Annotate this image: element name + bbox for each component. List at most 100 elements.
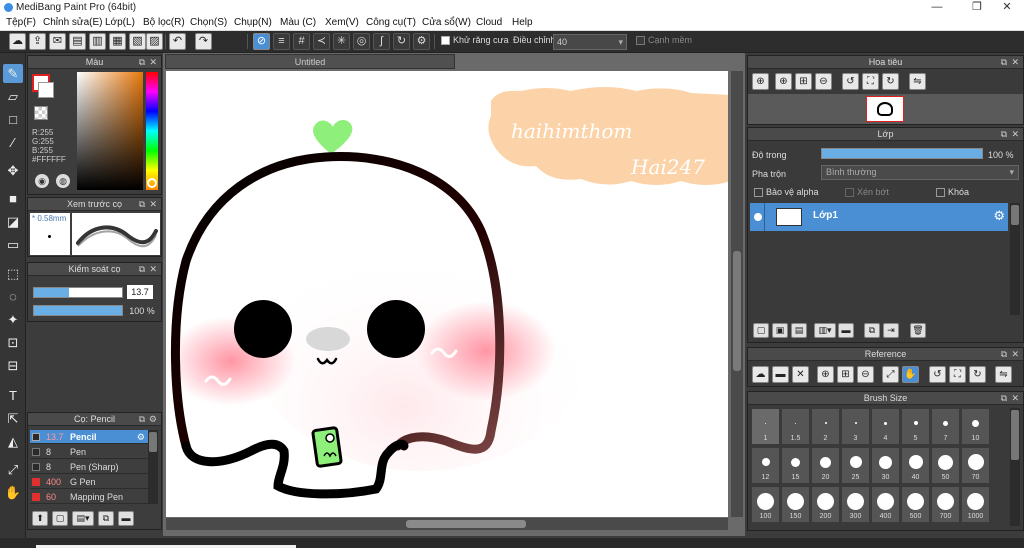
brush-folder-icon[interactable]: ▬ <box>118 511 134 526</box>
select-pen-tool-icon[interactable]: ⊡ <box>3 333 23 352</box>
new-1bit-layer-icon[interactable]: ▤ <box>791 323 807 338</box>
grid-doc-icon[interactable]: ▦ <box>109 33 126 50</box>
background-color-swatch[interactable] <box>38 82 54 98</box>
reference-hand-icon[interactable]: ✋ <box>902 366 919 383</box>
canvas-horizontal-scrollbar[interactable] <box>166 518 728 530</box>
lock-checkbox[interactable]: Khóa <box>936 187 969 198</box>
undock-icon[interactable]: ⧉ <box>1001 392 1007 405</box>
reference-zoom-in-icon[interactable]: ⊕ <box>817 366 834 383</box>
brush-size-cell[interactable]: 100 <box>751 486 780 523</box>
snap-off-icon[interactable]: ⊘ <box>253 33 270 50</box>
brush-size-slider[interactable] <box>33 287 123 298</box>
brush-item-pencil[interactable]: 13.7 Pencil ⚙ <box>30 430 148 444</box>
scroll-thumb[interactable] <box>149 432 157 452</box>
brush-tool-icon[interactable]: ✎ <box>3 64 23 83</box>
operation-tool-icon[interactable]: ⇱ <box>3 409 23 428</box>
menu-capture[interactable]: Chụp(N) <box>234 15 272 31</box>
menu-edit[interactable]: Chỉnh sửa(E) <box>43 15 103 31</box>
brush-size-cell[interactable]: 200 <box>811 486 840 523</box>
settings-snap-icon[interactable]: ⚙ <box>413 33 430 50</box>
scroll-thumb[interactable] <box>1011 410 1019 460</box>
hand-tool-icon[interactable]: ✋ <box>3 483 23 502</box>
saturation-value-picker[interactable] <box>77 72 143 190</box>
canvas-vertical-scrollbar[interactable] <box>731 71 743 517</box>
minimize-button[interactable]: — <box>920 0 954 15</box>
new-layer-icon[interactable]: ▢ <box>753 323 769 338</box>
menu-tools[interactable]: Công cụ(T) <box>366 15 416 31</box>
undock-icon[interactable]: ⧉ <box>139 56 145 69</box>
duplicate-layer-icon[interactable]: ⧉ <box>864 323 880 338</box>
panel-close-icon[interactable]: ✕ <box>149 56 157 69</box>
brush-size-cell[interactable]: 25 <box>841 447 870 484</box>
menu-file[interactable]: Tệp(F) <box>6 15 36 31</box>
brush-opacity-slider[interactable] <box>33 305 123 316</box>
zoom-out-icon[interactable]: ⊖ <box>815 73 832 90</box>
layer-menu-icon[interactable]: ▥▾ <box>814 323 836 338</box>
brush-size-cell[interactable]: 20 <box>811 447 840 484</box>
antialias-checkbox[interactable]: Khử răng cưa <box>441 35 509 46</box>
layer-folder-icon[interactable]: ▬ <box>838 323 854 338</box>
menu-filter[interactable]: Bộ lọc(R) <box>143 15 185 31</box>
rotate-snap-icon[interactable]: ↻ <box>393 33 410 50</box>
fit-screen-icon[interactable]: ⛶ <box>862 73 879 90</box>
undock-icon[interactable]: ⧉ <box>139 198 145 211</box>
reference-flip-icon[interactable]: ⇋ <box>995 366 1012 383</box>
reference-fit-screen-icon[interactable]: ⛶ <box>949 366 966 383</box>
reference-cloud-icon[interactable]: ☁ <box>752 366 769 383</box>
undock-icon[interactable]: ⧉ <box>1001 56 1007 69</box>
brush-list-scrollbar[interactable] <box>148 430 158 504</box>
reference-rotate-left-icon[interactable]: ↺ <box>929 366 946 383</box>
delete-layer-icon[interactable]: 🗑 <box>910 323 926 338</box>
rectangle-tool-icon[interactable]: □ <box>3 110 23 129</box>
curve-snap-icon[interactable]: ∫ <box>373 33 390 50</box>
eye-visibility-icon[interactable] <box>754 213 762 221</box>
undock-icon[interactable]: ⧉ <box>1001 348 1007 361</box>
menu-color[interactable]: Màu (C) <box>280 15 316 31</box>
menu-cloud[interactable]: Cloud <box>476 15 502 31</box>
panel-gear-icon[interactable]: ⚙ <box>149 413 157 426</box>
document-tab[interactable]: Untitled <box>165 54 455 69</box>
select-tool-icon[interactable]: ⬚ <box>3 264 23 283</box>
brush-size-cell[interactable]: 12 <box>751 447 780 484</box>
brush-size-cell[interactable]: 2 <box>811 408 840 445</box>
rotate-right-icon[interactable]: ↻ <box>882 73 899 90</box>
brush-item-pen[interactable]: 8 Pen <box>30 445 148 459</box>
add-brush-icon[interactable]: ⬆ <box>32 511 48 526</box>
eraser-tool-icon[interactable]: ▱ <box>3 87 23 106</box>
concentric-snap-icon[interactable]: ◎ <box>353 33 370 50</box>
rotate-left-icon[interactable]: ↺ <box>842 73 859 90</box>
brush-size-cell[interactable]: 40 <box>901 447 930 484</box>
share-icon[interactable]: ⇪ <box>29 33 46 50</box>
reference-close-icon[interactable]: ✕ <box>792 366 809 383</box>
panel-close-icon[interactable]: ✕ <box>1011 128 1019 141</box>
lasso-tool-icon[interactable]: ◌ <box>3 287 23 306</box>
reference-zoom-out-icon[interactable]: ⊖ <box>857 366 874 383</box>
menu-window[interactable]: Cửa sổ(W) <box>422 15 471 31</box>
merge-layer-icon[interactable]: ⇥ <box>883 323 899 338</box>
panel-close-icon[interactable]: ✕ <box>1011 392 1019 405</box>
scroll-thumb[interactable] <box>1011 205 1019 225</box>
cloud-icon[interactable]: ☁ <box>9 33 26 50</box>
perspective-snap-icon[interactable]: ≺ <box>313 33 330 50</box>
magic-wand-tool-icon[interactable]: ✦ <box>3 310 23 329</box>
flip-icon[interactable]: ⇋ <box>909 73 926 90</box>
layer-list-scrollbar[interactable] <box>1010 203 1020 315</box>
divide-tool-icon[interactable]: ◭ <box>3 432 23 451</box>
brush-item-pen-sharp[interactable]: 8 Pen (Sharp) <box>30 460 148 474</box>
panel-close-icon[interactable]: ✕ <box>149 198 157 211</box>
eyedropper-tool-icon[interactable]: ⤢ <box>3 460 23 479</box>
brush-size-cell[interactable]: 500 <box>901 486 930 523</box>
scroll-thumb[interactable] <box>406 520 526 528</box>
panel-close-icon[interactable]: ✕ <box>1011 56 1019 69</box>
adjust-select[interactable]: 40 ▾ <box>553 34 627 50</box>
brush-size-cell[interactable]: 15 <box>781 447 810 484</box>
brush-size-cell[interactable]: 7 <box>931 408 960 445</box>
text-tool-icon[interactable]: T <box>3 386 23 405</box>
layer-row[interactable]: Lớp1 ⚙ <box>750 203 1008 231</box>
menu-help[interactable]: Help <box>512 15 533 31</box>
radial-snap-icon[interactable]: ✳ <box>333 33 350 50</box>
navigator-preview[interactable] <box>748 94 1023 124</box>
hue-slider[interactable] <box>146 72 158 190</box>
brush-size-cell[interactable]: 150 <box>781 486 810 523</box>
gradient-tool-icon[interactable]: ▭ <box>3 235 23 254</box>
